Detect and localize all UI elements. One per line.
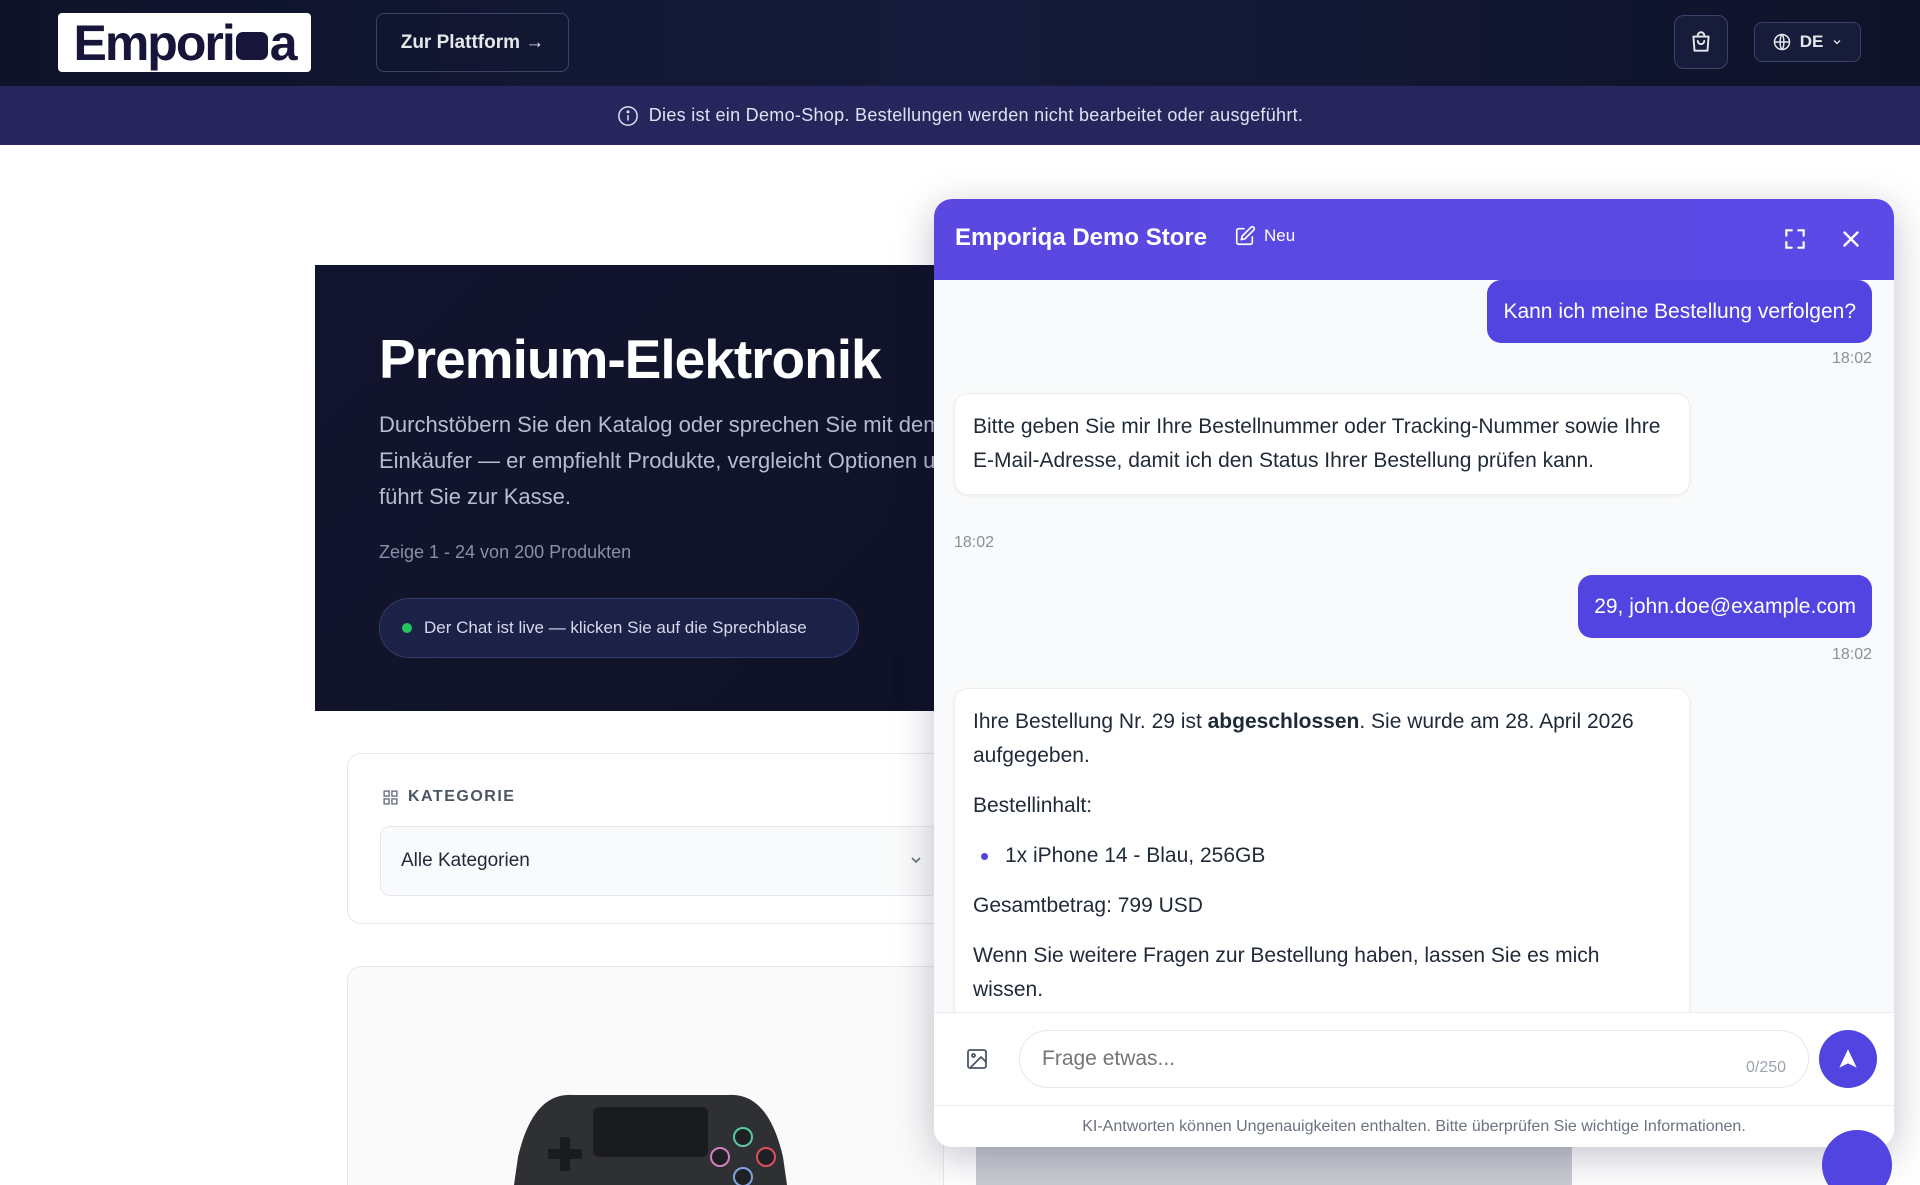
image-icon (967, 1049, 987, 1069)
product-count: Zeige 1 - 24 von 200 Produkten (379, 542, 632, 562)
order-items-list: 1x iPhone 14 - Blau, 256GB (973, 839, 1671, 873)
expand-icon (1785, 229, 1805, 249)
chat-messages: Kann ich meine Bestellung verfolgen? 18:… (934, 280, 1894, 1012)
send-arrow-icon (1839, 1049, 1857, 1068)
new-chat-button[interactable]: Neu (1234, 225, 1295, 247)
message-time: 18:02 (1831, 646, 1872, 663)
category-filter-card: KATEGORIE Alle Kategorien (347, 753, 947, 924)
order-items-label: Bestellinhalt: (973, 794, 1093, 817)
hero-title: Premium-Elektronik (379, 328, 882, 390)
to-platform-button[interactable]: Zur Plattform → (376, 13, 569, 72)
bot-message: Bitte geben Sie mir Ihre Bestellnummer o… (954, 393, 1690, 495)
chat-live-pill[interactable]: Der Chat ist live — klicken Sie auf die … (379, 598, 859, 658)
message-time: 18:02 (954, 534, 995, 551)
send-button[interactable] (1819, 1030, 1877, 1088)
edit-icon (1235, 225, 1256, 246)
language-switcher[interactable]: DE (1754, 22, 1861, 62)
chat-input-area: 0/250 (934, 1012, 1894, 1105)
bot-message: Ihre Bestellung Nr. 29 ist abgeschlossen… (954, 688, 1690, 1012)
chevron-down-icon (1833, 40, 1841, 45)
user-message: 29, john.doe@example.com (1578, 575, 1872, 638)
order-item: 1x iPhone 14 - Blau, 256GB (973, 839, 1671, 873)
user-message: Kann ich meine Bestellung verfolgen? (1487, 280, 1872, 343)
attach-image-button[interactable] (965, 1047, 989, 1076)
demo-notice-text: Dies ist ein Demo-Shop. Bestellungen wer… (648, 105, 1304, 125)
cart-button[interactable] (1674, 15, 1728, 69)
expand-button[interactable] (1782, 226, 1808, 257)
chat-message-input[interactable] (1019, 1030, 1809, 1088)
chevron-down-icon (911, 857, 921, 864)
order-status-text: Ihre Bestellung Nr. 29 ist abgeschlossen… (973, 710, 1634, 767)
close-icon (1843, 231, 1859, 247)
globe-icon (1773, 33, 1790, 51)
ai-disclaimer: KI-Antworten können Ungenauigkeiten enth… (934, 1105, 1894, 1147)
chat-header: Emporiqa Demo Store Neu (934, 199, 1894, 280)
top-navigation: Emporia Zur Plattform → DE (0, 0, 1920, 86)
chat-widget: Emporiqa Demo Store Neu Kann ich meine B… (934, 199, 1894, 1147)
category-selected-value: Alle Kategorien (401, 850, 530, 871)
live-status-dot (402, 623, 412, 633)
category-label-text: KATEGORIE (408, 788, 516, 805)
category-select[interactable]: Alle Kategorien (380, 826, 940, 896)
chat-live-text: Der Chat ist live — klicken Sie auf die … (424, 618, 807, 637)
product-card[interactable] (347, 966, 944, 1185)
close-chat-button[interactable] (1838, 226, 1864, 257)
grid-icon (383, 789, 398, 805)
hero-description: Durchstöbern Sie den Katalog oder sprech… (379, 412, 935, 509)
demo-notice-banner: Dies ist ein Demo-Shop. Bestellungen wer… (0, 86, 1920, 145)
new-chat-label: Neu (1264, 226, 1296, 245)
order-total: Gesamtbetrag: 799 USD (973, 894, 1203, 917)
chat-bubble-logo-icon (235, 10, 268, 60)
message-time: 18:02 (1831, 350, 1872, 367)
bot-message-text: Bitte geben Sie mir Ihre Bestellnummer o… (973, 415, 1661, 472)
language-code: DE (1799, 32, 1824, 51)
info-icon (617, 105, 638, 126)
game-controller-image (514, 1094, 787, 1185)
emporiqa-logo[interactable]: Emporia (58, 10, 311, 72)
hero-section: Premium-Elektronik Durchstöbern Sie den … (315, 265, 935, 711)
chat-title: Emporiqa Demo Store (955, 224, 1208, 251)
shopping-bag-icon (1692, 31, 1710, 52)
char-counter: 0/250 (1746, 1059, 1787, 1076)
category-label: KATEGORIE (382, 788, 515, 806)
bot-closing-text: Wenn Sie weitere Fragen zur Bestellung h… (973, 944, 1600, 1001)
